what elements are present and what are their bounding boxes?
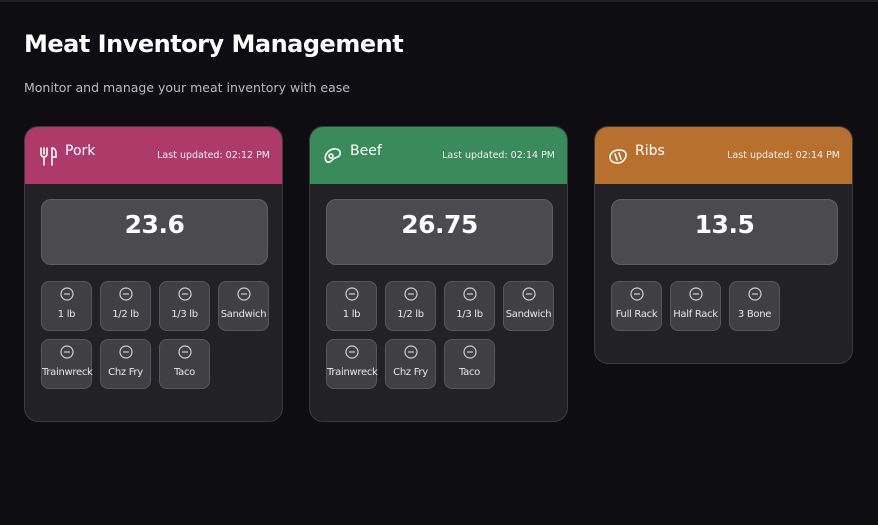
minus-circle-icon	[462, 344, 477, 359]
minus-circle-icon	[462, 286, 477, 301]
minus-circle-icon	[344, 286, 359, 301]
inventory-count-value: 13.5	[694, 210, 755, 239]
decrement-button-label: Full Rack	[615, 309, 658, 320]
minus-circle-icon	[118, 344, 133, 359]
decrement-button[interactable]: Chz Fry	[100, 339, 151, 389]
inventory-count-display: 13.5	[611, 199, 838, 265]
decrement-button[interactable]: 3 Bone	[729, 281, 780, 331]
decrement-button-label: 1/3 lb	[171, 309, 198, 320]
card-header: Beef Last updated: 02:14 PM	[310, 127, 567, 184]
decrement-button[interactable]: Half Rack	[670, 281, 721, 331]
decrement-button[interactable]: Taco	[159, 339, 210, 389]
page-title: Meat Inventory Management	[24, 30, 404, 58]
minus-circle-icon	[118, 286, 133, 301]
decrement-button-label: 1 lb	[57, 309, 76, 320]
inventory-count-display: 23.6	[41, 199, 268, 265]
card-beef: Beef Last updated: 02:14 PM 26.75 1 lb 1/2 l…	[309, 126, 568, 422]
decrement-button-label: 1/2 lb	[397, 309, 424, 320]
decrement-button[interactable]: 1/3 lb	[159, 281, 210, 331]
decrement-button[interactable]: Taco	[444, 339, 495, 389]
decrement-button-label: Half Rack	[673, 309, 718, 320]
decrement-button[interactable]: Sandwich	[503, 281, 554, 331]
utensils-icon	[37, 145, 59, 167]
minus-circle-icon	[521, 286, 536, 301]
card-title: Ribs	[635, 143, 665, 159]
decrement-button[interactable]: 1/2 lb	[385, 281, 436, 331]
minus-circle-icon	[688, 286, 703, 301]
decrement-button[interactable]: Trainwreck	[326, 339, 378, 389]
decrement-button[interactable]: 1 lb	[41, 281, 92, 331]
top-border	[0, 0, 878, 2]
decrement-button[interactable]: Sandwich	[218, 281, 269, 331]
decrement-button[interactable]: 1/3 lb	[444, 281, 495, 331]
card-title: Pork	[65, 143, 96, 159]
decrement-button-label: Sandwich	[505, 309, 552, 320]
last-updated-text: Last updated: 02:12 PM	[157, 150, 270, 161]
decrement-button-label: Sandwich	[220, 309, 267, 320]
last-updated-text: Last updated: 02:14 PM	[442, 150, 555, 161]
decrement-button-label: Chz Fry	[108, 367, 143, 378]
decrement-button[interactable]: Chz Fry	[385, 339, 436, 389]
decrement-button-label: Trainwreck	[42, 367, 93, 378]
decrement-button-label: Taco	[459, 367, 480, 378]
minus-circle-icon	[403, 344, 418, 359]
decrement-button[interactable]: 1/2 lb	[100, 281, 151, 331]
decrement-button-label: Taco	[174, 367, 195, 378]
inventory-count-display: 26.75	[326, 199, 553, 265]
page-subtitle: Monitor and manage your meat inventory w…	[24, 80, 350, 95]
minus-circle-icon	[177, 344, 192, 359]
minus-circle-icon	[403, 286, 418, 301]
minus-circle-icon	[747, 286, 762, 301]
decrement-button-label: 1/2 lb	[112, 309, 139, 320]
decrement-button-label: 1/3 lb	[456, 309, 483, 320]
minus-circle-icon	[236, 286, 251, 301]
decrement-button-label: 3 Bone	[737, 309, 772, 320]
minus-circle-icon	[59, 344, 74, 359]
card-title: Beef	[350, 143, 382, 159]
card-ribs: Ribs Last updated: 02:14 PM 13.5 Full Rack H…	[594, 126, 853, 364]
decrement-button[interactable]: Trainwreck	[41, 339, 93, 389]
decrement-button-label: Chz Fry	[393, 367, 428, 378]
minus-circle-icon	[344, 344, 359, 359]
ribs-icon	[607, 145, 629, 167]
card-header: Pork Last updated: 02:12 PM	[25, 127, 282, 184]
decrement-button[interactable]: 1 lb	[326, 281, 377, 331]
minus-circle-icon	[177, 286, 192, 301]
card-header: Ribs Last updated: 02:14 PM	[595, 127, 852, 184]
card-pork: Pork Last updated: 02:12 PM 23.6 1 lb 1/2 lb…	[24, 126, 283, 422]
last-updated-text: Last updated: 02:14 PM	[727, 150, 840, 161]
inventory-count-value: 26.75	[401, 210, 478, 239]
minus-circle-icon	[629, 286, 644, 301]
inventory-count-value: 23.6	[124, 210, 185, 239]
decrement-button-label: 1 lb	[342, 309, 361, 320]
minus-circle-icon	[59, 286, 74, 301]
decrement-button-label: Trainwreck	[327, 367, 378, 378]
steak-icon	[322, 145, 344, 167]
decrement-button[interactable]: Full Rack	[611, 281, 662, 331]
